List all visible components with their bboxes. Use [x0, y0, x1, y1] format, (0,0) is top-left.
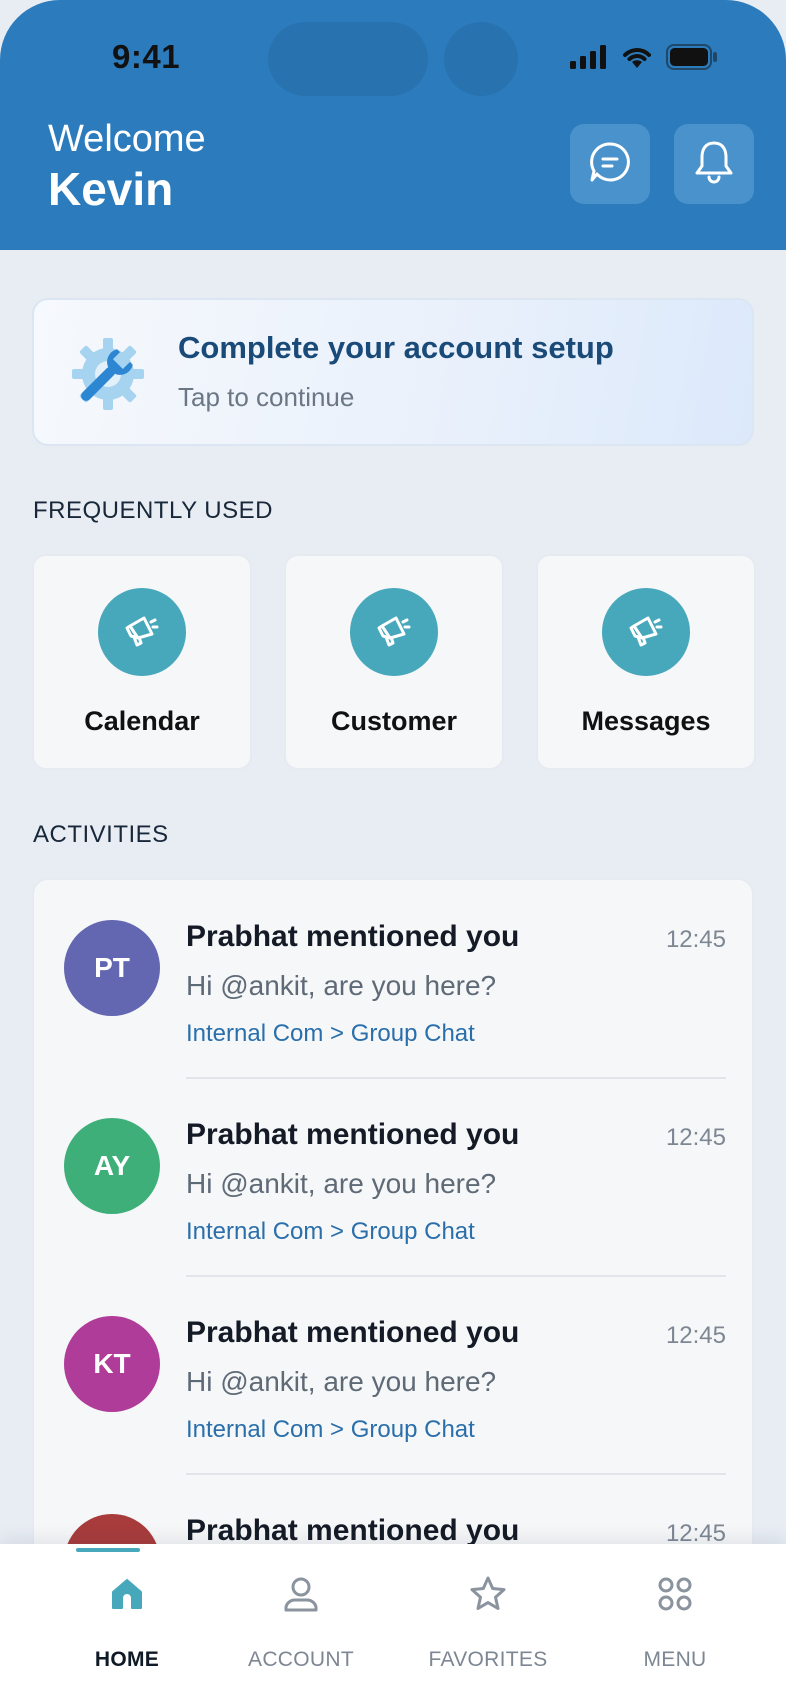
- user-icon: [281, 1574, 321, 1619]
- activity-item[interactable]: PT Prabhat mentioned you 12:45 Hi @ankit…: [34, 880, 756, 1079]
- avatar: AY: [64, 1118, 160, 1214]
- dynamic-island: [268, 22, 428, 96]
- shortcut-icon-circle: [350, 588, 438, 676]
- shortcut-calendar[interactable]: Calendar: [32, 554, 252, 770]
- chat-button[interactable]: [570, 124, 650, 204]
- activity-path-link[interactable]: Internal Com > Group Chat: [186, 1020, 475, 1048]
- megaphone-icon: [626, 610, 666, 655]
- status-icons: [570, 44, 718, 75]
- user-name: Kevin: [48, 163, 174, 215]
- setup-title: Complete your account setup: [178, 330, 614, 365]
- gear-wrench-icon: [70, 336, 146, 417]
- setup-subtitle: Tap to continue: [178, 382, 355, 412]
- activity-time: 12:45: [665, 1124, 726, 1151]
- tab-label: ACCOUNT: [248, 1648, 354, 1671]
- frequently-used-heading: FREQUENTLY USED: [33, 497, 273, 524]
- activity-title: Prabhat mentioned you: [186, 1514, 520, 1547]
- tab-label: MENU: [643, 1648, 707, 1671]
- battery-icon: [666, 44, 718, 75]
- tab-label: FAVORITES: [428, 1648, 548, 1671]
- activity-message: Hi @ankit, are you here?: [186, 970, 497, 1001]
- activity-title: Prabhat mentioned you: [186, 1118, 520, 1151]
- dynamic-island-camera: [444, 22, 518, 96]
- avatar: PT: [64, 920, 160, 1016]
- tab-favorites[interactable]: FAVORITES: [393, 1544, 583, 1704]
- shortcut-label: Calendar: [84, 706, 200, 736]
- activity-path-link[interactable]: Internal Com > Group Chat: [186, 1416, 475, 1444]
- activity-time: 12:45: [665, 1322, 726, 1349]
- bell-icon: [692, 139, 736, 190]
- home-icon: [107, 1574, 147, 1619]
- shortcut-messages[interactable]: Messages: [536, 554, 756, 770]
- app-screen: 9:41 Welcome Kevin Complete your account…: [0, 0, 786, 1704]
- active-tab-indicator: [76, 1548, 140, 1552]
- activity-item[interactable]: AY Prabhat mentioned you 12:45 Hi @ankit…: [34, 1078, 756, 1277]
- activity-title: Prabhat mentioned you: [186, 920, 520, 953]
- tab-home[interactable]: HOME: [32, 1544, 222, 1704]
- shortcut-icon-circle: [98, 588, 186, 676]
- notifications-button[interactable]: [674, 124, 754, 204]
- activity-item[interactable]: KT Prabhat mentioned you 12:45 Hi @ankit…: [34, 1276, 756, 1475]
- grid-icon: [655, 1574, 695, 1619]
- activity-title: Prabhat mentioned you: [186, 1316, 520, 1349]
- avatar: KT: [64, 1316, 160, 1412]
- activities-heading: ACTIVITIES: [33, 821, 169, 848]
- megaphone-icon: [374, 610, 414, 655]
- megaphone-icon: [122, 610, 162, 655]
- shortcut-customer[interactable]: Customer: [284, 554, 504, 770]
- activity-message: Hi @ankit, are you here?: [186, 1366, 497, 1397]
- shortcut-icon-circle: [602, 588, 690, 676]
- bottom-tab-bar: HOME ACCOUNT FAVORITES MENU: [0, 1544, 786, 1704]
- header: 9:41 Welcome Kevin: [0, 0, 786, 250]
- shortcut-label: Messages: [581, 706, 711, 736]
- tab-menu[interactable]: MENU: [580, 1544, 770, 1704]
- tab-account[interactable]: ACCOUNT: [206, 1544, 396, 1704]
- activity-message: Hi @ankit, are you here?: [186, 1168, 497, 1199]
- wifi-icon: [620, 45, 654, 74]
- chat-bubble-icon: [588, 140, 632, 189]
- welcome-label: Welcome: [48, 118, 206, 160]
- tab-label: HOME: [94, 1648, 160, 1671]
- activity-time: 12:45: [665, 926, 726, 953]
- star-icon: [468, 1574, 508, 1619]
- cellular-signal-icon: [570, 45, 608, 74]
- account-setup-card[interactable]: Complete your account setup Tap to conti…: [32, 298, 754, 446]
- shortcut-label: Customer: [330, 706, 458, 736]
- status-time: 9:41: [112, 38, 181, 75]
- activity-path-link[interactable]: Internal Com > Group Chat: [186, 1218, 475, 1246]
